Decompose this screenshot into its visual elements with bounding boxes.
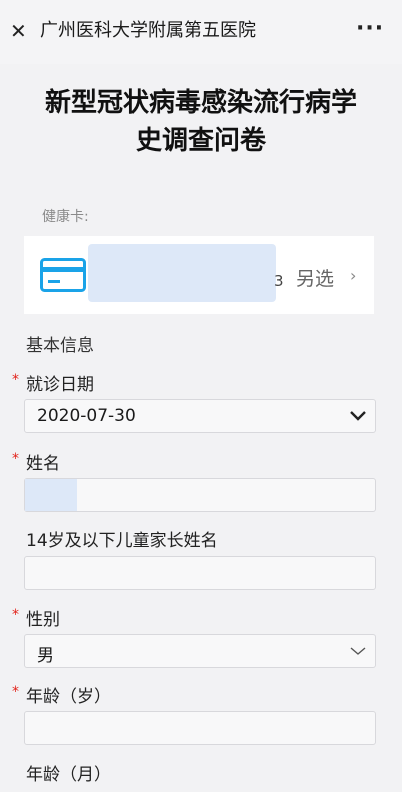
chevron-down-icon xyxy=(350,647,366,655)
top-bar: ✕ 广州医科大学附属第五医院 ··· xyxy=(0,0,402,64)
page-title-line2: 史调查问卷 xyxy=(135,126,266,156)
close-icon[interactable]: ✕ xyxy=(10,20,30,42)
health-card-label: 健康卡: xyxy=(42,209,89,225)
card-number-redaction xyxy=(88,244,276,302)
gender-select[interactable]: 男 xyxy=(24,634,376,668)
name-label: 姓名 xyxy=(26,454,60,474)
chevron-down-icon xyxy=(350,411,366,421)
name-redaction xyxy=(25,479,77,511)
required-marker: * xyxy=(12,451,19,467)
age-years-label: 年龄（岁） xyxy=(26,687,111,707)
required-marker: * xyxy=(12,684,19,700)
chevron-right-icon: › xyxy=(350,266,357,285)
card-icon xyxy=(40,258,86,292)
visit-date-select[interactable]: 2020-07-30 xyxy=(24,399,376,433)
switch-card-button[interactable]: 另选 xyxy=(296,264,334,291)
age-months-label: 年龄（月） xyxy=(26,765,111,785)
visit-date-value: 2020-07-30 xyxy=(37,406,136,426)
gender-label: 性别 xyxy=(26,610,60,630)
age-years-input[interactable] xyxy=(24,711,376,745)
required-marker: * xyxy=(12,607,19,623)
page-title-line1: 新型冠状病毒感染流行病学 xyxy=(44,88,357,118)
section-title-basic-info: 基本信息 xyxy=(26,336,94,356)
health-card-selector[interactable]: 3 另选 › xyxy=(24,236,374,314)
required-marker: * xyxy=(12,372,19,388)
guardian-name-label: 14岁及以下儿童家长姓名 xyxy=(26,531,218,551)
page-title: 新型冠状病毒感染流行病学 史调查问卷 xyxy=(0,84,402,160)
name-input[interactable] xyxy=(24,478,376,512)
guardian-name-input[interactable] xyxy=(24,556,376,590)
card-number-tail: 3 xyxy=(274,272,284,290)
more-icon[interactable]: ··· xyxy=(356,18,384,40)
visit-date-label: 就诊日期 xyxy=(26,375,94,395)
gender-value: 男 xyxy=(37,646,54,666)
app-title: 广州医科大学附属第五医院 xyxy=(40,20,256,41)
